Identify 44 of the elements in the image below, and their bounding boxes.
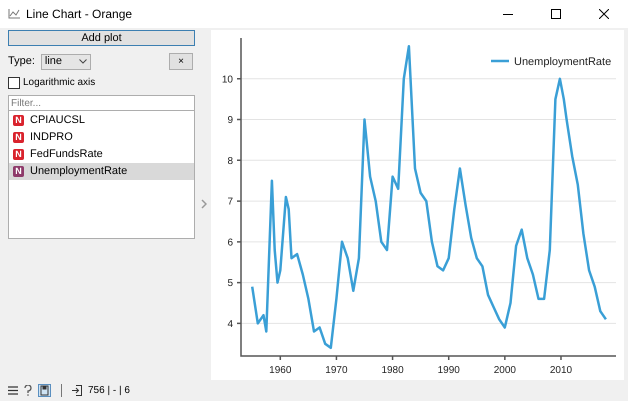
- checkbox-label: Logarithmic axis: [23, 76, 96, 90]
- y-tick-label: 8: [227, 156, 233, 167]
- status-text: 756 | - | 6: [88, 384, 130, 398]
- variable-item[interactable]: N INDPRO: [9, 129, 194, 146]
- y-tick-label: 4: [227, 318, 233, 330]
- type-dropdown[interactable]: line: [40, 54, 91, 70]
- variable-item[interactable]: N FedFundsRate: [9, 146, 194, 163]
- numeric-badge: N: [13, 166, 24, 177]
- variable-item[interactable]: N CPIAUCSL: [9, 112, 194, 129]
- checkbox[interactable]: [8, 76, 20, 88]
- variable-name: CPIAUCSL: [30, 113, 86, 128]
- x-tick-label: 1980: [381, 365, 404, 376]
- numeric-badge: N: [13, 149, 24, 160]
- window-title: Line Chart - Orange: [26, 6, 132, 23]
- menu-icon[interactable]: [8, 386, 18, 395]
- y-tick-label: 6: [227, 237, 233, 248]
- x-tick-label: 1960: [269, 365, 292, 376]
- variable-name: FedFundsRate: [30, 147, 103, 162]
- chart-icon: [8, 9, 20, 19]
- numeric-badge: N: [13, 115, 24, 126]
- maximize-icon[interactable]: [551, 9, 561, 19]
- chevron-down-icon: [78, 59, 87, 64]
- save-icon[interactable]: [38, 384, 51, 397]
- variable-item[interactable]: N UnemploymentRate: [9, 163, 194, 180]
- variable-name: INDPRO: [30, 130, 73, 146]
- y-tick-label: 5: [227, 278, 233, 290]
- type-label: Type:: [8, 54, 35, 70]
- clear-button[interactable]: ×: [169, 53, 193, 70]
- legend-label: UnemploymentRate: [514, 56, 612, 68]
- y-tick-label: 7: [227, 196, 233, 208]
- help-icon[interactable]: [24, 385, 32, 396]
- add-plot-button[interactable]: Add plot: [8, 30, 195, 46]
- input-icon: [72, 385, 82, 396]
- x-tick-label: 1990: [438, 365, 460, 376]
- y-tick-label: 9: [227, 115, 233, 126]
- legend-swatch: [491, 60, 509, 62]
- y-tick-label: 10: [222, 74, 233, 86]
- numeric-badge: N: [13, 132, 24, 143]
- filter-field[interactable]: Filter...: [8, 95, 195, 111]
- x-tick-label: 2000: [494, 365, 516, 376]
- x-tick-label: 1970: [325, 365, 348, 376]
- variable-name: UnemploymentRate: [30, 164, 128, 180]
- x-tick-label: 2010: [550, 365, 572, 376]
- close-icon[interactable]: [599, 9, 609, 19]
